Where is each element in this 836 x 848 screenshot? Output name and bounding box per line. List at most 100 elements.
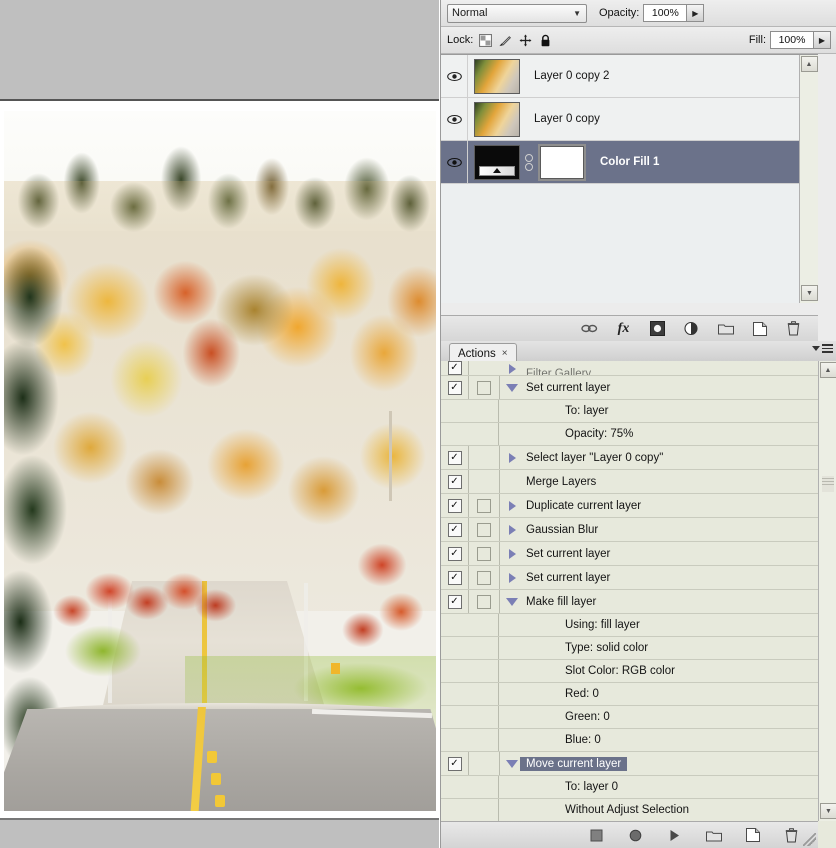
checkbox-unchecked: [477, 570, 491, 585]
fill-layer-thumbnail[interactable]: [474, 144, 520, 180]
new-layer-button[interactable]: [751, 321, 768, 337]
resize-grip[interactable]: [803, 833, 816, 846]
action-step-row[interactable]: ✓ Set current layer: [441, 566, 818, 590]
blend-mode-select[interactable]: Normal ▼: [447, 3, 587, 23]
chevron-down-icon: [812, 345, 820, 351]
action-step-row[interactable]: ✓ Filter Gallery: [441, 361, 818, 376]
action-step-row[interactable]: ✓ Make fill layer: [441, 590, 818, 614]
action-detail-row: To: layer: [441, 400, 818, 423]
action-enabled-checkbox[interactable]: ✓: [441, 566, 469, 589]
action-step-label: Gaussian Blur: [526, 523, 599, 536]
lock-transparent-pixels-icon[interactable]: [479, 33, 493, 47]
new-group-button[interactable]: [717, 321, 734, 337]
checkbox-checked: ✓: [447, 594, 462, 609]
action-enabled-checkbox[interactable]: ✓: [441, 590, 469, 613]
layer-list[interactable]: Layer 0 copy 2 Layer 0 copy Color Fill 1…: [441, 54, 818, 303]
fill-slider-arrow-icon[interactable]: ▶: [813, 31, 831, 49]
layer-row-selected[interactable]: Color Fill 1: [441, 141, 818, 184]
disclosure-triangle[interactable]: [504, 364, 520, 374]
scroll-up-button[interactable]: ▲: [800, 56, 818, 72]
action-dialog-toggle[interactable]: [469, 542, 500, 565]
layer-thumbnail[interactable]: [474, 101, 520, 137]
close-icon[interactable]: ×: [502, 348, 508, 359]
disclosure-triangle[interactable]: [504, 524, 520, 535]
action-enabled-checkbox[interactable]: ✓: [441, 494, 469, 517]
layer-thumbnail[interactable]: [474, 58, 520, 94]
action-step-row[interactable]: ✓ Gaussian Blur: [441, 518, 818, 542]
mask-link-icon[interactable]: [524, 152, 534, 172]
disclosure-triangle[interactable]: [504, 500, 520, 511]
action-step-row[interactable]: ✓ Merge Layers: [441, 470, 818, 494]
opacity-slider-arrow-icon[interactable]: ▶: [686, 4, 705, 22]
lock-position-icon[interactable]: [519, 34, 532, 47]
tab-actions[interactable]: Actions ×: [449, 343, 517, 363]
action-dialog-toggle[interactable]: [469, 446, 500, 469]
disclosure-triangle[interactable]: [504, 572, 520, 583]
scrollbar-thumb[interactable]: [822, 476, 834, 492]
chevron-right-icon: [508, 500, 516, 511]
action-dialog-toggle[interactable]: [469, 376, 500, 399]
add-layer-mask-button[interactable]: [649, 321, 666, 337]
action-enabled-checkbox[interactable]: ✓: [441, 752, 469, 775]
layer-row[interactable]: Layer 0 copy: [441, 98, 818, 141]
actions-list[interactable]: ✓ Filter Gallery ✓ Set current layer To:…: [441, 361, 818, 821]
disclosure-triangle[interactable]: [504, 597, 520, 606]
action-step-row[interactable]: ✓ Select layer "Layer 0 copy": [441, 446, 818, 470]
record-icon: [629, 829, 642, 841]
layer-mask-thumbnail[interactable]: [538, 143, 586, 181]
scroll-down-button[interactable]: ▼: [801, 285, 818, 301]
lock-all-icon[interactable]: [539, 34, 552, 47]
lock-image-pixels-icon[interactable]: [499, 34, 512, 47]
action-enabled-checkbox[interactable]: ✓: [441, 518, 469, 541]
action-enabled-checkbox[interactable]: ✓: [441, 446, 469, 469]
actions-scrollbar[interactable]: ▲ ▼: [818, 361, 836, 821]
layers-scrollbar[interactable]: ▲ ▼: [799, 55, 818, 303]
disclosure-triangle[interactable]: [504, 452, 520, 463]
scroll-down-button[interactable]: ▼: [820, 803, 836, 819]
stop-button[interactable]: [588, 827, 605, 843]
disclosure-triangle[interactable]: [504, 383, 520, 392]
action-dialog-toggle[interactable]: [469, 566, 500, 589]
canvas-area[interactable]: [0, 103, 439, 818]
blend-mode-value: Normal: [452, 7, 488, 19]
action-detail-text: Blue: 0: [565, 734, 601, 746]
play-button[interactable]: [666, 827, 683, 843]
opacity-field[interactable]: 100% ▶: [643, 4, 705, 22]
action-dialog-toggle[interactable]: [469, 470, 500, 493]
action-dialog-toggle[interactable]: [469, 590, 500, 613]
action-enabled-checkbox[interactable]: ✓: [441, 470, 469, 493]
layer-visibility-toggle[interactable]: [441, 98, 468, 140]
delete-layer-button[interactable]: [785, 321, 802, 337]
action-step-row[interactable]: ✓ Set current layer: [441, 542, 818, 566]
eye-icon: [446, 157, 462, 167]
action-step-row[interactable]: ✓ Set current layer: [441, 376, 818, 400]
record-button[interactable]: [627, 827, 644, 843]
link-layers-button[interactable]: [581, 321, 598, 337]
utility-pole: [389, 411, 392, 501]
action-enabled-checkbox[interactable]: ✓: [441, 542, 469, 565]
action-dialog-toggle[interactable]: [469, 752, 500, 775]
action-enabled-checkbox[interactable]: ✓: [441, 361, 469, 375]
action-step-body: Make fill layer: [500, 590, 818, 613]
checkbox-checked: ✓: [447, 474, 462, 489]
new-set-button[interactable]: [705, 827, 722, 843]
panel-menu-button[interactable]: [812, 344, 833, 353]
new-action-button[interactable]: [744, 827, 761, 843]
action-step-row-selected[interactable]: ✓ Move current layer: [441, 752, 818, 776]
layer-visibility-toggle[interactable]: [441, 141, 468, 183]
action-step-row[interactable]: ✓ Duplicate current layer: [441, 494, 818, 518]
action-enabled-checkbox[interactable]: ✓: [441, 376, 469, 399]
action-dialog-toggle[interactable]: [469, 518, 500, 541]
layer-visibility-toggle[interactable]: [441, 55, 468, 97]
action-detail-text: Green: 0: [565, 711, 610, 723]
fill-field[interactable]: 100% ▶: [770, 31, 831, 49]
disclosure-triangle[interactable]: [504, 759, 520, 768]
layer-row[interactable]: Layer 0 copy 2: [441, 55, 818, 98]
scroll-up-button[interactable]: ▲: [819, 362, 836, 378]
action-dialog-toggle[interactable]: [469, 494, 500, 517]
delete-action-button[interactable]: [783, 827, 800, 843]
action-step-body: Set current layer: [500, 566, 818, 589]
layer-style-button[interactable]: fx: [615, 321, 632, 337]
new-adjustment-layer-button[interactable]: [683, 321, 700, 337]
disclosure-triangle[interactable]: [504, 548, 520, 559]
